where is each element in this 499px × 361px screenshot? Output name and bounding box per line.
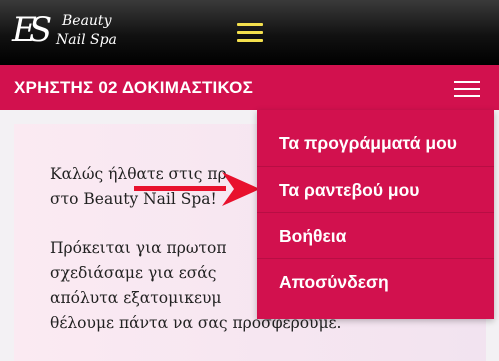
brand-logo[interactable]: ES Beauty Nail Spa [12,8,147,56]
user-dropdown-menu: Τα προγράμματά μου Τα ραντεβού μου Βοήθε… [257,110,494,319]
user-menu-hamburger-icon[interactable] [454,79,480,99]
menu-item-my-appointments[interactable]: Τα ραντεβού μου [257,166,494,212]
username-label: ΧΡΗΣΤΗΣ 02 ΔΟΚΙΜΑΣΤΙΚΟΣ [14,78,253,97]
menu-item-logout[interactable]: Αποσύνδεση [257,258,494,304]
user-bar: ΧΡΗΣΤΗΣ 02 ΔΟΚΙΜΑΣΤΙΚΟΣ [0,65,499,110]
logo-text-beauty: Beauty [62,13,112,29]
menu-item-my-programs[interactable]: Τα προγράμματά μου [257,120,494,166]
logo-mark: ES [12,10,52,50]
logo-text-nail-spa: Nail Spa [56,32,117,48]
top-header: ES Beauty Nail Spa [0,0,499,65]
arrow-right-icon [134,172,260,206]
menu-item-help[interactable]: Βοήθεια [257,212,494,258]
hamburger-icon[interactable] [237,22,263,44]
